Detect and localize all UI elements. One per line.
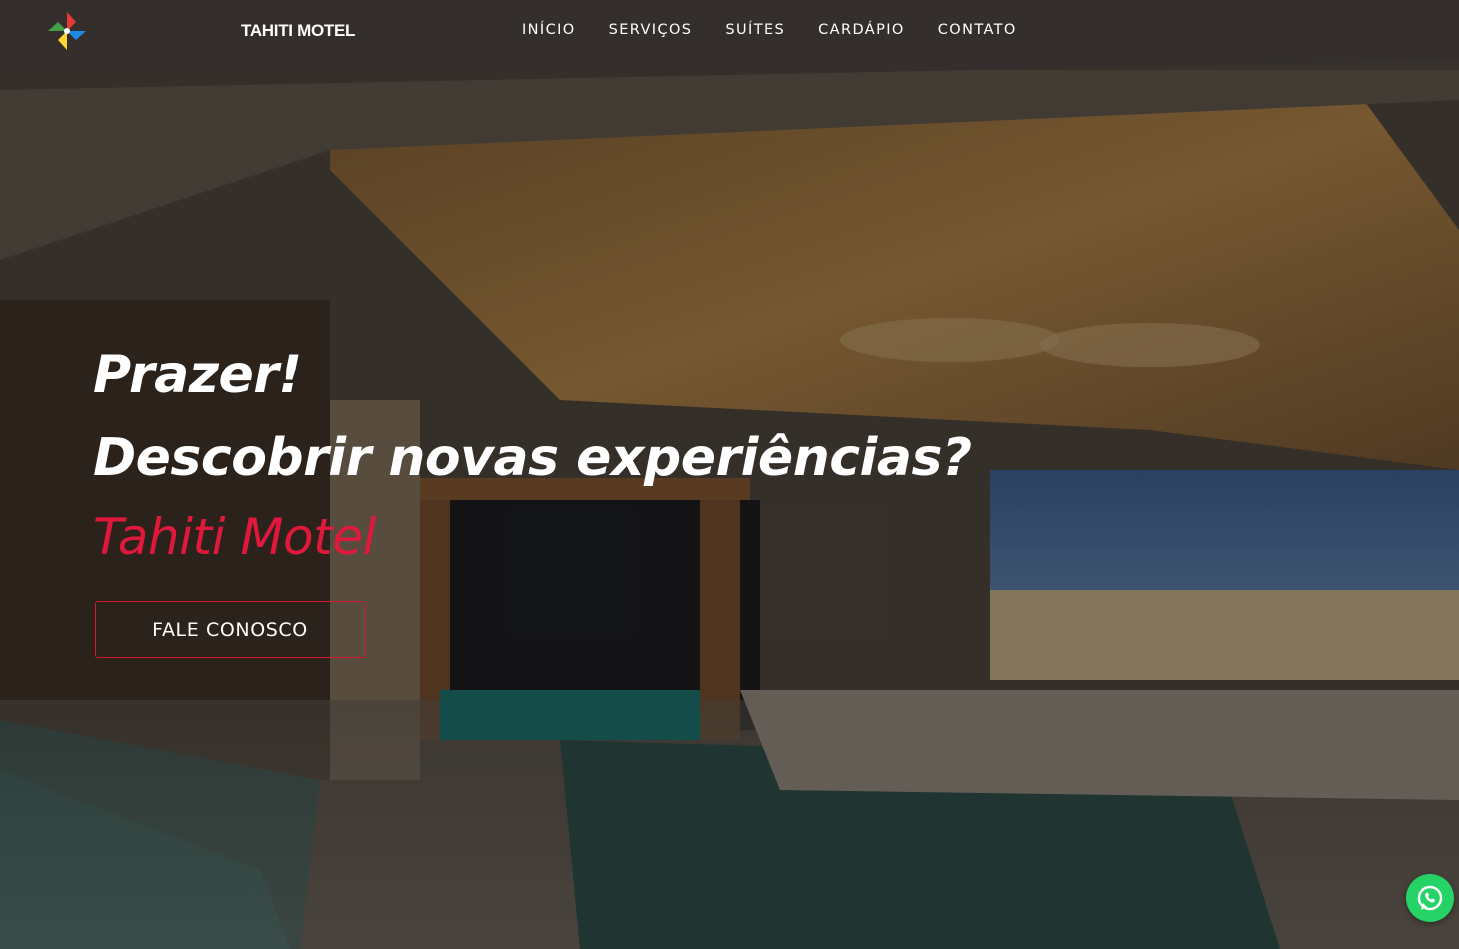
whatsapp-button[interactable]	[1406, 874, 1454, 922]
hero-headline-line2: Descobrir novas experiências?	[93, 428, 972, 488]
pinwheel-logo-icon[interactable]	[46, 10, 88, 52]
nav-item-cardapio[interactable]: CARDÁPIO	[818, 22, 905, 38]
hero-headline-line1: Prazer!	[93, 345, 302, 405]
nav-item-servicos[interactable]: SERVIÇOS	[609, 22, 693, 38]
nav-item-contato[interactable]: CONTATO	[938, 22, 1017, 38]
nav-item-inicio[interactable]: INÍCIO	[522, 22, 576, 38]
contact-us-button[interactable]: FALE CONOSCO	[95, 601, 365, 658]
hero-subtitle-brand: Tahiti Motel	[93, 508, 376, 566]
main-nav: INÍCIO SERVIÇOS SUÍTES CARDÁPIO CONTATO	[522, 22, 1050, 38]
nav-item-suites[interactable]: SUÍTES	[725, 22, 785, 38]
whatsapp-icon	[1417, 885, 1443, 911]
top-navbar: TAHITI MOTEL INÍCIO SERVIÇOS SUÍTES CARD…	[0, 0, 1459, 70]
brand-name[interactable]: TAHITI MOTEL	[241, 21, 355, 41]
